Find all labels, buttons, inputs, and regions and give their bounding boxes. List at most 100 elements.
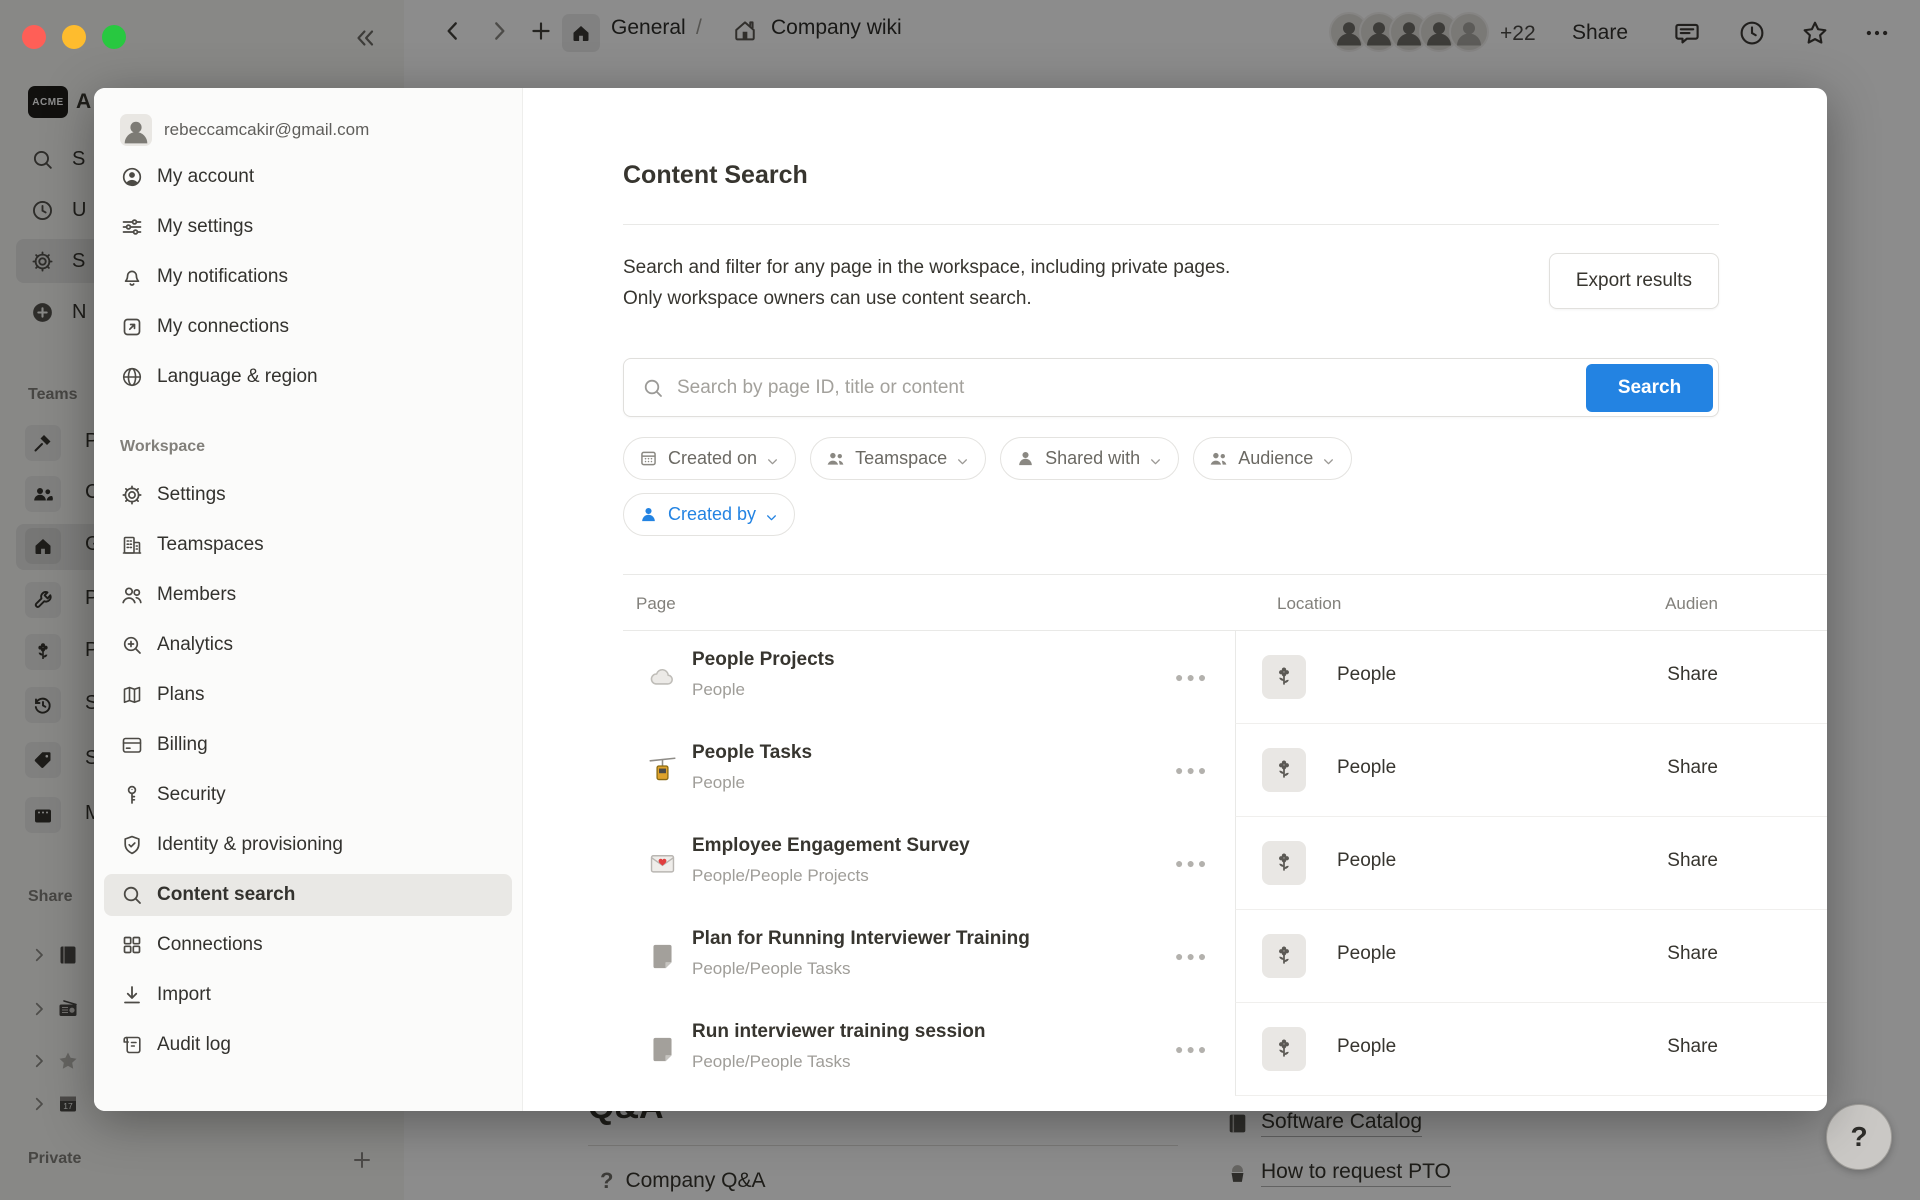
location-name[interactable]: People: [1337, 943, 1396, 965]
settings-nav-content-search[interactable]: Content search: [104, 874, 512, 916]
window-controls: [22, 25, 126, 49]
page-description: Search and filter for any page in the wo…: [623, 253, 1230, 314]
settings-nav-audit-log[interactable]: Audit log: [104, 1024, 512, 1066]
settings-nav-identity-provisioning[interactable]: Identity & provisioning: [104, 824, 512, 866]
table-row[interactable]: People Projects People ●●● People Share: [623, 631, 1827, 724]
scroll-icon: [120, 1033, 144, 1057]
table-row[interactable]: Plan for Running Interviewer Training Pe…: [623, 910, 1827, 1003]
globe-icon: [120, 365, 144, 389]
settings-nav-label: Plans: [157, 684, 205, 706]
settings-nav-label: Identity & provisioning: [157, 834, 343, 856]
audience-value: Share: [1667, 943, 1718, 965]
column-header-page: Page: [636, 594, 676, 614]
gear-icon: [120, 483, 144, 507]
settings-sidebar: rebeccamcakir@gmail.com My account My se…: [94, 88, 523, 1111]
filter-created-on[interactable]: Created on: [623, 437, 796, 480]
magnifier-plus-icon: [120, 633, 144, 657]
settings-nav-label: My settings: [157, 216, 253, 238]
page-path: People/People Projects: [692, 866, 869, 886]
settings-nav-my-settings[interactable]: My settings: [104, 206, 512, 248]
cloud-icon: [645, 660, 679, 694]
divider: [623, 224, 1719, 225]
filter-audience[interactable]: Audience: [1193, 437, 1352, 480]
settings-nav-connections[interactable]: Connections: [104, 924, 512, 966]
settings-nav-language-region[interactable]: Language & region: [104, 356, 512, 398]
page-title-cell[interactable]: Plan for Running Interviewer Training: [692, 928, 1030, 950]
settings-nav-label: My connections: [157, 316, 289, 338]
location-name[interactable]: People: [1337, 850, 1396, 872]
download-icon: [120, 983, 144, 1007]
location-name[interactable]: People: [1337, 757, 1396, 779]
settings-nav-label: Analytics: [157, 634, 233, 656]
settings-nav-label: Teamspaces: [157, 534, 264, 556]
settings-nav-members[interactable]: Members: [104, 574, 512, 616]
table-row[interactable]: Employee Engagement Survey People/People…: [623, 817, 1827, 910]
minimize-window-button[interactable]: [62, 25, 86, 49]
chevron-down-icon: [765, 508, 778, 521]
filter-label: Created by: [668, 504, 756, 525]
settings-nav-security[interactable]: Security: [104, 774, 512, 816]
page-title-cell[interactable]: Employee Engagement Survey: [692, 835, 970, 857]
search-button[interactable]: Search: [1586, 364, 1713, 412]
workspace-section-label: Workspace: [120, 438, 512, 460]
settings-nav-my-connections[interactable]: My connections: [104, 306, 512, 348]
tramway-icon: [645, 753, 679, 787]
settings-modal: rebeccamcakir@gmail.com My account My se…: [94, 88, 1827, 1111]
person-icon: [1015, 448, 1036, 469]
table-row[interactable]: People Tasks People ●●● People Share: [623, 724, 1827, 817]
filter-label: Teamspace: [855, 448, 947, 469]
teamspace-flower-icon: [1262, 655, 1306, 699]
content-search-bar: Search: [623, 358, 1719, 417]
settings-nav-billing[interactable]: Billing: [104, 724, 512, 766]
row-more-icon[interactable]: ●●●: [1175, 948, 1209, 964]
settings-nav-my-account[interactable]: My account: [104, 156, 512, 198]
results-table: Page Location Audien People Projects Peo…: [623, 574, 1827, 1096]
search-input[interactable]: [677, 377, 1586, 399]
location-name[interactable]: People: [1337, 1036, 1396, 1058]
audience-value: Share: [1667, 757, 1718, 779]
page-title-cell[interactable]: People Tasks: [692, 742, 812, 764]
filter-created-by[interactable]: Created by: [623, 493, 795, 536]
zoom-window-button[interactable]: [102, 25, 126, 49]
page-path: People: [692, 773, 745, 793]
notion-app: ACME A S U S N Teams P C: [0, 0, 1920, 1200]
help-button[interactable]: ?: [1826, 1104, 1892, 1170]
settings-nav-teamspaces[interactable]: Teamspaces: [104, 524, 512, 566]
person-icon: [638, 504, 659, 525]
people-icon: [825, 448, 846, 469]
row-more-icon[interactable]: ●●●: [1175, 762, 1209, 778]
page-title-cell[interactable]: Run interviewer training session: [692, 1021, 986, 1043]
settings-nav-label: Security: [157, 784, 226, 806]
page-path: People: [692, 680, 745, 700]
export-results-button[interactable]: Export results: [1549, 253, 1719, 309]
settings-nav-label: Content search: [157, 884, 295, 906]
page-icon: [645, 1032, 679, 1066]
filter-teamspace[interactable]: Teamspace: [810, 437, 986, 480]
column-header-location: Location: [1277, 594, 1341, 614]
settings-nav-label: Members: [157, 584, 236, 606]
account-row: rebeccamcakir@gmail.com: [104, 112, 512, 148]
settings-nav-settings[interactable]: Settings: [104, 474, 512, 516]
teamspace-flower-icon: [1262, 934, 1306, 978]
key-icon: [120, 783, 144, 807]
settings-nav-analytics[interactable]: Analytics: [104, 624, 512, 666]
page-title-cell[interactable]: People Projects: [692, 649, 835, 671]
row-more-icon[interactable]: ●●●: [1175, 1041, 1209, 1057]
row-more-icon[interactable]: ●●●: [1175, 855, 1209, 871]
audience-value: Share: [1667, 1036, 1718, 1058]
filter-label: Shared with: [1045, 448, 1140, 469]
bell-icon: [120, 265, 144, 289]
row-more-icon[interactable]: ●●●: [1175, 669, 1209, 685]
location-name[interactable]: People: [1337, 664, 1396, 686]
settings-nav-plans[interactable]: Plans: [104, 674, 512, 716]
settings-nav-label: Audit log: [157, 1034, 231, 1056]
filter-shared-with[interactable]: Shared with: [1000, 437, 1179, 480]
close-window-button[interactable]: [22, 25, 46, 49]
page-path: People/People Tasks: [692, 1052, 850, 1072]
chevron-down-icon: [956, 452, 969, 465]
settings-nav-import[interactable]: Import: [104, 974, 512, 1016]
table-row[interactable]: Run interviewer training session People/…: [623, 1003, 1827, 1096]
settings-nav-my-notifications[interactable]: My notifications: [104, 256, 512, 298]
map-icon: [120, 683, 144, 707]
love-letter-icon: [645, 846, 679, 880]
